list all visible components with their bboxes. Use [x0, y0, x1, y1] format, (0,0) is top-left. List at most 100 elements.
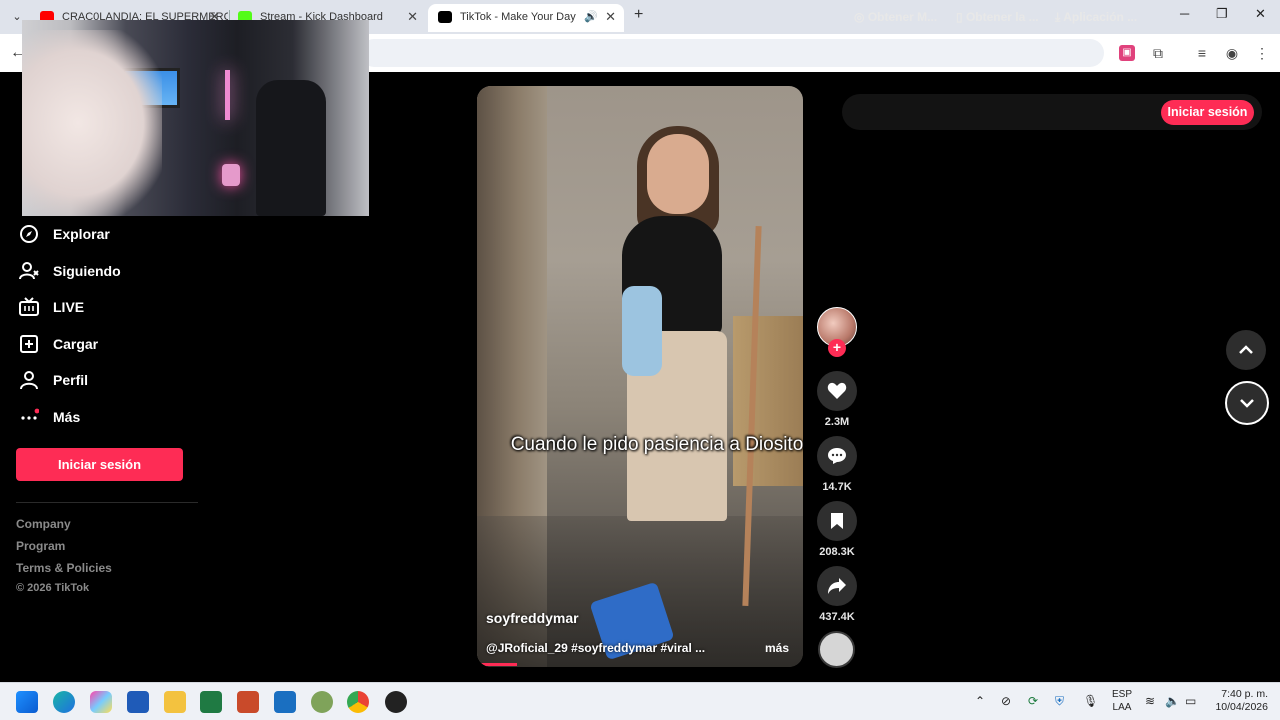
file-explorer-icon[interactable]	[164, 691, 186, 713]
windows-taskbar: ⌃ ⊘ ⟳ ⛨ 🎙 ESP LAA ≋ 🔈 ▭ 7:40 p. m. 10/04…	[0, 682, 1280, 720]
tab-title: TikTok - Make Your Day	[460, 11, 576, 23]
comment-count: 14.7K	[822, 481, 852, 493]
video-scene-face	[647, 134, 709, 214]
sidebar-item-cargar[interactable]: Cargar	[18, 330, 98, 358]
heart-icon	[827, 382, 847, 399]
coin-icon: ◎	[854, 10, 868, 24]
footer-link-terms[interactable]: Terms & Policies	[16, 561, 112, 575]
video-scene-box	[733, 316, 803, 486]
sidebar-divider	[16, 502, 198, 503]
clock-date: 10/04/2026	[1215, 701, 1268, 713]
powerpoint-icon[interactable]	[237, 691, 259, 713]
network-off-icon[interactable]: ⊘	[1001, 694, 1011, 708]
word-icon[interactable]	[127, 691, 149, 713]
system-clock[interactable]: 7:40 p. m. 10/04/2026	[1208, 688, 1268, 714]
tiktok-icon	[438, 11, 452, 23]
microphone-icon[interactable]: 🎙	[1083, 694, 1098, 708]
get-app-label: Obtener la ...	[965, 10, 1039, 24]
shield-icon[interactable]: ⛨	[1055, 694, 1064, 709]
profile-account-icon[interactable]: ◉	[1224, 45, 1240, 61]
keyboard-layout: LAA	[1112, 702, 1132, 713]
video-progress-bar[interactable]	[477, 663, 517, 666]
sidebar-item-perfil[interactable]: Perfil	[18, 366, 88, 394]
webcam-light	[225, 70, 230, 120]
sidebar-item-live[interactable]: LIVE	[18, 293, 84, 321]
tab-tiktok[interactable]: TikTok - Make Your Day 🔊 ✕	[428, 4, 624, 32]
address-bar[interactable]	[360, 39, 1104, 67]
media-queue-icon[interactable]: ≡	[1194, 45, 1210, 61]
sidebar-item-label: Más	[53, 409, 81, 425]
kebab-menu-icon[interactable]: ⋮	[1254, 45, 1270, 61]
webcam-overlay	[22, 20, 369, 216]
download-icon: ⤓	[1055, 10, 1064, 24]
next-video-button[interactable]	[1225, 381, 1269, 425]
profile-icon	[18, 369, 40, 391]
desktop-app-label: Aplicación ...	[1063, 10, 1138, 24]
share-button[interactable]	[817, 566, 857, 606]
sync-icon[interactable]: ⟳	[1028, 694, 1038, 708]
top-login-button[interactable]: Iniciar sesión	[1161, 100, 1254, 125]
comment-button[interactable]	[817, 436, 857, 476]
phone-icon: ▯	[956, 10, 966, 24]
sidebar-item-label: Explorar	[53, 226, 110, 242]
edge-icon[interactable]	[53, 691, 75, 713]
get-coins-label: Obtener M...	[867, 10, 938, 24]
battery-icon[interactable]: ▭	[1185, 694, 1196, 708]
comment-bubble-icon	[828, 448, 846, 464]
sidebar-item-label: LIVE	[53, 299, 85, 315]
sidebar-item-label: Siguiendo	[53, 263, 121, 279]
app-icon[interactable]	[311, 691, 333, 713]
close-tab-icon[interactable]: ✕	[407, 4, 418, 30]
get-coins-link[interactable]: ◎ Obtener M...	[854, 10, 937, 24]
following-icon	[18, 260, 40, 282]
compass-icon	[18, 223, 40, 245]
sidebar-item-mas[interactable]: Más	[18, 403, 80, 431]
video-scene-cloth	[622, 286, 662, 376]
chevron-up-tray-icon[interactable]: ⌃	[975, 694, 985, 708]
obs-icon[interactable]	[385, 691, 407, 713]
close-window-icon[interactable]: ✕	[1255, 6, 1266, 22]
video-more-link[interactable]: más	[765, 641, 789, 655]
footer-link-company[interactable]: Company	[16, 517, 71, 531]
chrome-icon[interactable]	[347, 691, 369, 713]
excel-icon[interactable]	[200, 691, 222, 713]
previous-video-button[interactable]	[1226, 330, 1266, 370]
speaker-icon[interactable]: 🔊	[584, 4, 598, 30]
more-dots-icon	[18, 406, 40, 428]
windows-start-icon[interactable]	[16, 691, 38, 713]
chevron-down-icon	[1240, 399, 1254, 408]
wifi-icon[interactable]: ≋	[1145, 694, 1155, 708]
language-code: ESP	[1112, 689, 1133, 700]
outlook-icon[interactable]	[274, 691, 296, 713]
video-author[interactable]: soyfreddymar	[486, 610, 579, 626]
video-description[interactable]: @JRoficial_29 #soyfreddymar #viral ...	[486, 641, 705, 655]
footer-link-program[interactable]: Program	[16, 539, 65, 553]
desktop-app-link[interactable]: ⤓ Aplicación ...	[1055, 10, 1137, 25]
follow-plus-icon[interactable]: +	[828, 339, 846, 357]
upload-plus-icon	[18, 333, 40, 355]
sidebar-item-explorar[interactable]: Explorar	[18, 220, 110, 248]
video-caption: Cuando le pido pasiencia a Diosito	[510, 434, 803, 455]
close-tab-icon[interactable]: ✕	[605, 4, 616, 30]
webcam-person	[22, 30, 162, 216]
language-indicator[interactable]: ESP LAA	[1112, 688, 1132, 714]
volume-icon[interactable]: 🔈	[1165, 694, 1180, 708]
bookmark-icon	[831, 513, 843, 529]
sidebar-login-button[interactable]: Iniciar sesión	[16, 448, 183, 481]
extension-badge-icon[interactable]: ▣	[1119, 45, 1135, 61]
music-disc-icon[interactable]	[818, 631, 855, 668]
like-count: 2.3M	[824, 416, 850, 428]
like-button[interactable]	[817, 371, 857, 411]
minimize-icon[interactable]: ─	[1180, 6, 1189, 21]
sidebar-item-label: Perfil	[53, 372, 89, 388]
get-app-link[interactable]: ▯ Obtener la ...	[956, 10, 1039, 24]
copyright-text: © 2026 TikTok	[16, 582, 90, 594]
sidebar-item-siguiendo[interactable]: Siguiendo	[18, 257, 121, 285]
copilot-icon[interactable]	[90, 691, 112, 713]
new-tab-icon[interactable]: +	[634, 6, 643, 24]
puzzle-extensions-icon[interactable]: ⧉	[1150, 45, 1166, 61]
sidebar-item-label: Cargar	[53, 336, 99, 352]
restore-icon[interactable]: ❐	[1216, 6, 1228, 22]
save-button[interactable]	[817, 501, 857, 541]
video-player[interactable]: Cuando le pido pasiencia a Diosito soyfr…	[477, 86, 803, 667]
